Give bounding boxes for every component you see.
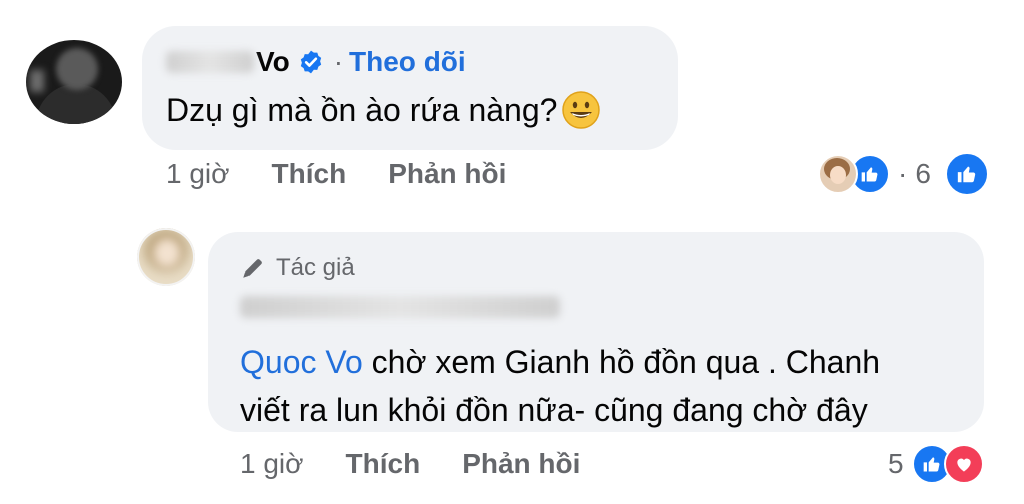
- like-button[interactable]: Thích: [272, 158, 347, 190]
- comment-author-name[interactable]: Vo: [256, 46, 290, 78]
- reply-text-line-1: chờ xem Gianh hồ đồn qua . Chanh: [362, 344, 881, 380]
- reply-text-line-2: viết ra lun khỏi đồn nữa- cũng đang chờ …: [240, 392, 868, 428]
- comment-actions: 1 giờ Thích Phản hồi: [166, 158, 506, 190]
- mention-link[interactable]: Quoc Vo: [240, 344, 363, 380]
- reply-author-avatar[interactable]: [137, 228, 195, 286]
- reply-button[interactable]: Phản hồi: [462, 448, 580, 480]
- follow-button[interactable]: Theo dõi: [349, 46, 466, 78]
- comment-body: Dzụ gì mà ồn ào rứa nàng?: [166, 91, 558, 128]
- comment-timestamp[interactable]: 1 giờ: [166, 158, 230, 190]
- reaction-summary[interactable]: · 6: [818, 152, 989, 196]
- reactor-avatar: [818, 154, 858, 194]
- reply-reaction-count: 5: [888, 448, 904, 479]
- follow-separator: ·: [333, 46, 344, 77]
- like-button[interactable]: Thích: [346, 448, 421, 480]
- reaction-count: 6: [915, 158, 931, 189]
- reply-button[interactable]: Phản hồi: [388, 158, 506, 190]
- comment-author-row: Vo · Theo dõi: [166, 46, 466, 78]
- like-reaction-icon: [944, 152, 989, 196]
- reply-timestamp[interactable]: 1 giờ: [240, 448, 304, 480]
- grinning-emoji-icon: [561, 90, 601, 130]
- author-badge-row: Tác giả: [240, 254, 355, 282]
- reply-text: Quoc Vo chờ xem Gianh hồ đồn qua . Chanh…: [240, 338, 880, 434]
- pen-icon: [240, 255, 266, 281]
- blurred-author-name: [166, 51, 254, 73]
- comment-bubble: Vo · Theo dõi Dzụ gì mà ồn ào rứa nàng?: [142, 26, 678, 150]
- verified-badge-icon: [298, 49, 324, 75]
- comment-text: Dzụ gì mà ồn ào rứa nàng?: [166, 90, 601, 130]
- blurred-reply-author-name[interactable]: [240, 296, 560, 318]
- reaction-separator: ·: [898, 158, 908, 189]
- commenter-avatar[interactable]: [26, 40, 122, 124]
- reply-actions: 1 giờ Thích Phản hồi: [240, 448, 580, 480]
- author-badge: Tác giả: [276, 254, 355, 281]
- love-reaction-icon: [943, 444, 984, 484]
- reply-bubble: Tác giả Quoc Vo chờ xem Gianh hồ đồn qua…: [208, 232, 984, 432]
- reply-reaction-summary[interactable]: 5: [888, 444, 984, 484]
